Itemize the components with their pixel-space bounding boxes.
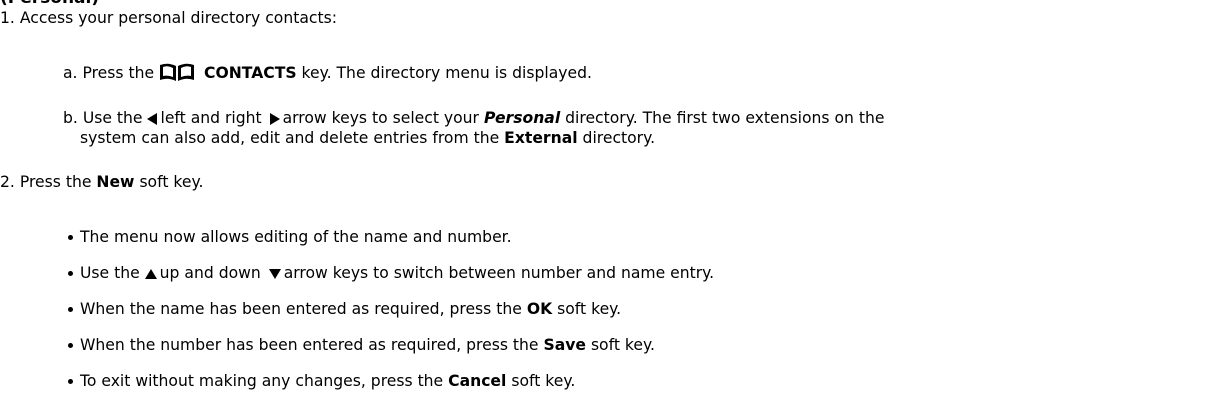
left-arrow-icon	[147, 112, 158, 125]
bullet-dot	[68, 379, 73, 384]
ok-key-label: OK	[526, 300, 553, 318]
substep-letter: b.	[63, 109, 78, 127]
bullet-dot	[68, 235, 73, 240]
bullet-dot	[68, 307, 73, 312]
substep-letter: a.	[63, 64, 78, 82]
list-item: Use the up and down arrow keys to switch…	[80, 264, 715, 282]
contacts-key-label: CONTACTS	[204, 64, 297, 82]
bullet-dot	[68, 343, 73, 348]
new-key-label: New	[96, 173, 135, 191]
step-text: Access your personal directory contacts:	[19, 9, 337, 27]
list-item: To exit without making any changes, pres…	[80, 372, 576, 390]
step-number: 1.	[0, 9, 15, 27]
external-directory-label: External	[504, 129, 578, 147]
right-arrow-icon	[269, 112, 280, 125]
step-2: 2. Press the New soft key.	[0, 173, 204, 191]
personal-directory-label: Personal	[483, 109, 561, 127]
list-item: The menu now allows editing of the name …	[80, 228, 512, 246]
section-heading-fragment: (Personal)	[0, 0, 220, 8]
list-item: When the number has been entered as requ…	[80, 336, 655, 354]
bullet-dot	[68, 271, 73, 276]
step-number: 2.	[0, 173, 15, 191]
save-key-label: Save	[543, 336, 586, 354]
book-icon	[160, 63, 195, 81]
substep-b-continued: system can also add, edit and delete ent…	[80, 129, 656, 147]
up-arrow-icon	[144, 268, 157, 279]
down-arrow-icon	[268, 268, 281, 279]
step-1: 1. Access your personal directory contac…	[0, 8, 337, 28]
list-item: When the name has been entered as requir…	[80, 300, 622, 318]
substep-a: a. Press the CONTACTS key. The directory…	[63, 63, 592, 82]
cancel-key-label: Cancel	[448, 372, 507, 390]
substep-b: b. Use the left and right arrow keys to …	[63, 109, 885, 127]
